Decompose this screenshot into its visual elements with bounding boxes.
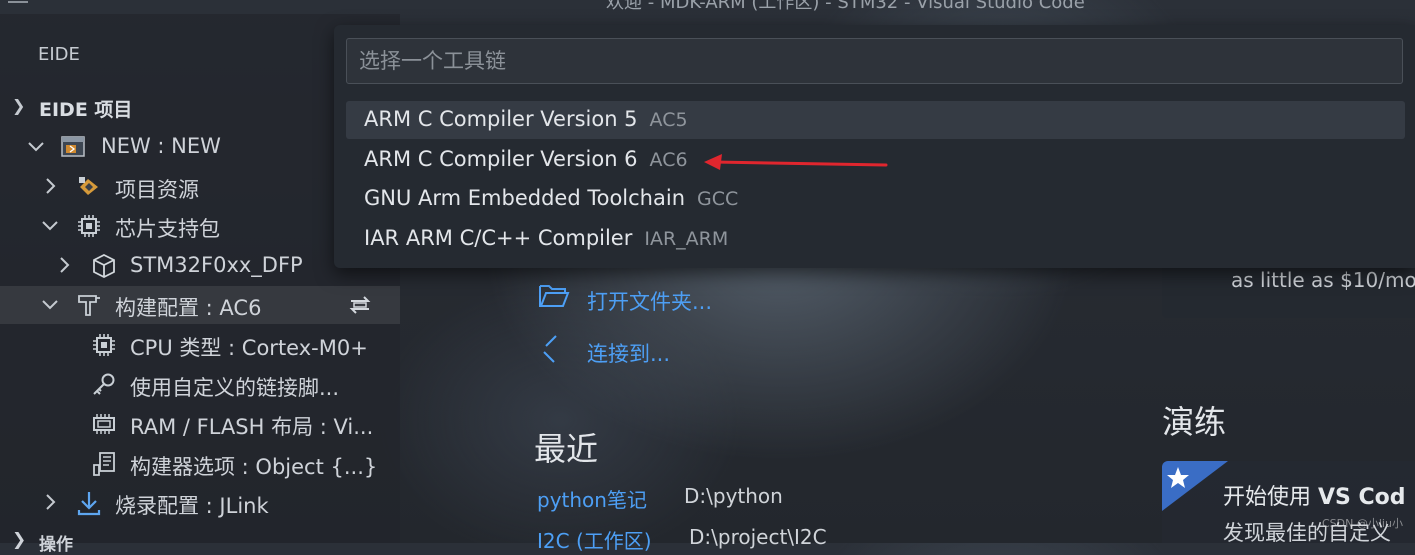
switch-toolchain-icon[interactable] [346, 292, 374, 318]
tree-item-label: 烧录配置 : JLink [115, 494, 269, 518]
tree-item-label: STM32F0xx_DFP [130, 253, 303, 277]
chevron-right-icon [54, 255, 74, 275]
tree-item-label: CPU 类型 : Cortex-M0+ [130, 336, 368, 360]
recent-title: 最近 [534, 430, 599, 468]
tree-item-label: 项目资源 [115, 178, 199, 202]
tree-item-label: 芯片支持包 [115, 217, 220, 241]
quick-pick-item-label: GNU Arm Embedded Toolchain [364, 186, 686, 210]
walkthrough-title-prefix: 开始使用 [1223, 485, 1318, 510]
menu-icon[interactable] [8, 0, 28, 3]
download-icon [76, 490, 102, 516]
quick-pick-item-description: IAR_ARM [644, 228, 729, 250]
tree-item-builder-options[interactable]: 构建器选项 : Object {...} [0, 445, 400, 483]
chevron-down-icon [26, 136, 46, 156]
quick-pick-item-description: AC5 [649, 109, 688, 131]
chevron-down-icon: ❯ [12, 96, 26, 115]
walkthroughs-title: 演练 [1162, 403, 1227, 441]
recent-item-name[interactable]: python笔记 [537, 488, 647, 512]
view-title: EIDE [38, 44, 80, 65]
project-resources-icon [76, 174, 102, 200]
recent-item-path: D:\python [684, 484, 783, 508]
recent-item-path: D:\project\I2C [689, 525, 827, 549]
chip-icon [76, 213, 102, 239]
quick-pick-item-iar[interactable]: IAR ARM C/C++ Compiler IAR_ARM [346, 220, 1405, 258]
remote-connect-icon[interactable] [538, 333, 570, 365]
chevron-right-icon [40, 492, 60, 512]
toolchain-quick-pick: ARM C Compiler Version 5 AC5 ARM C Compil… [334, 25, 1415, 268]
tree-item-label: 构建配置 : AC6 [115, 296, 262, 320]
quick-pick-item-label: ARM C Compiler Version 6 [364, 147, 638, 171]
cpu-chip-icon [91, 332, 117, 358]
actions-section-header[interactable]: ❯ 操作 [0, 530, 400, 555]
recent-item-name[interactable]: I2C (工作区) [537, 529, 652, 553]
quick-pick-item-description: AC6 [649, 149, 688, 171]
section-title: EIDE 项目 [39, 99, 133, 121]
quick-pick-item-ac5[interactable]: ARM C Compiler Version 5 AC5 [346, 101, 1405, 139]
chevron-down-icon [40, 294, 60, 314]
recent-item[interactable]: python笔记 D:\python [537, 484, 783, 513]
tree-item-cpu-type[interactable]: CPU 类型 : Cortex-M0+ [0, 326, 400, 364]
watermark: CSDN @小liu小 [1322, 517, 1403, 530]
chevron-right-icon: ❯ [12, 530, 27, 550]
quick-pick-item-content: GNU Arm Embedded Toolchain GCC [364, 186, 738, 210]
walkthrough-card-title: 开始使用 VS Cod [1223, 479, 1406, 511]
tree-item-label: 使用自定义的链接脚... [130, 376, 340, 400]
tree-item-label: 构建器选项 : Object {...} [130, 455, 378, 479]
chevron-down-icon [40, 215, 60, 235]
package-cube-icon [91, 253, 117, 279]
quick-pick-item-content: ARM C Compiler Version 6 AC6 [364, 147, 688, 171]
title-bar: 欢迎 - MDK-ARM (工作区) - STM32 - Visual Stud… [0, 0, 1415, 14]
project-icon [60, 134, 86, 160]
promo-text: as little as $10/mo [1231, 268, 1415, 292]
tree-item-memory-layout[interactable]: RAM / FLASH 布局 : Vi... [0, 405, 400, 443]
memory-icon [91, 411, 117, 437]
tree-item-flash-config[interactable]: 烧录配置 : JLink [0, 484, 400, 522]
tree-item-build-config[interactable]: 构建配置 : AC6 [0, 286, 400, 324]
open-folder-link[interactable]: 打开文件夹... [587, 286, 712, 316]
star-badge-icon [1162, 461, 1228, 511]
tree-item-linker-script[interactable]: 使用自定义的链接脚... [0, 366, 400, 404]
quick-pick-item-label: ARM C Compiler Version 5 [364, 107, 638, 131]
window-title: 欢迎 - MDK-ARM (工作区) - STM32 - Visual Stud… [606, 0, 1085, 13]
tree-item-label: NEW : NEW [101, 134, 221, 158]
annotation-arrow-icon [704, 154, 888, 170]
quick-pick-item-content: IAR ARM C/C++ Compiler IAR_ARM [364, 226, 728, 250]
open-folder-icon[interactable] [538, 280, 570, 312]
options-icon [91, 451, 117, 477]
walkthrough-title-bold: VS Cod [1318, 485, 1406, 510]
quick-pick-item-gcc[interactable]: GNU Arm Embedded Toolchain GCC [346, 180, 1405, 218]
quick-pick-item-label: IAR ARM C/C++ Compiler [364, 226, 633, 250]
build-hammer-icon [76, 292, 102, 318]
recent-item[interactable]: I2C (工作区) D:\project\I2C [537, 525, 827, 554]
toolchain-filter-input[interactable] [346, 38, 1403, 84]
key-icon [91, 372, 117, 398]
quick-pick-item-description: GCC [697, 188, 739, 210]
tree-item-label: RAM / FLASH 布局 : Vi... [130, 415, 374, 439]
quick-pick-item-content: ARM C Compiler Version 5 AC5 [364, 107, 688, 131]
connect-to-link[interactable]: 连接到... [587, 338, 670, 368]
chevron-right-icon [40, 176, 60, 196]
